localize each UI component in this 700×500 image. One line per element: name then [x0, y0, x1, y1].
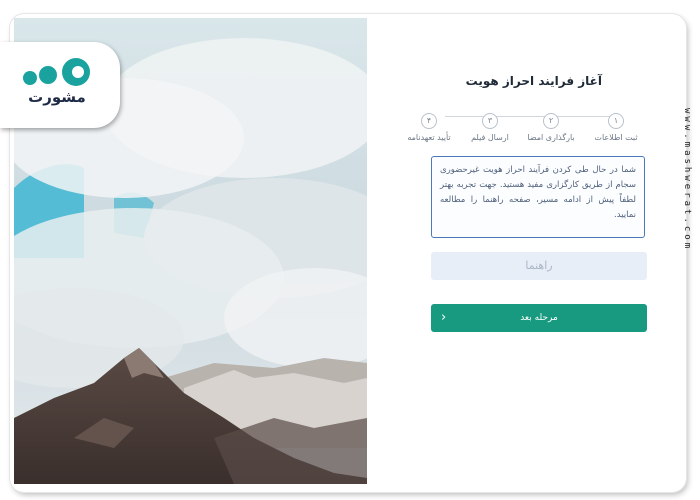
next-step-button[interactable]: مرحله بعد ‹ [431, 304, 647, 332]
logo-dots-icon [23, 58, 90, 86]
step-number: ۲ [543, 113, 559, 129]
chevron-left-icon: ‹ [441, 310, 447, 325]
identity-verification-panel: آغاز فرایند احراز هویت ۱ ثبت اطلاعات ۲ ب… [367, 18, 672, 484]
step-3: ۳ ارسال فیلم [460, 108, 520, 142]
step-label: ارسال فیلم [471, 133, 509, 142]
step-label: تأیید تعهدنامه [407, 133, 451, 142]
step-number: ۴ [421, 113, 437, 129]
step-label: ثبت اطلاعات [594, 133, 638, 142]
site-url: www.mashwerat.com [682, 108, 692, 252]
site-watermark: www.mashwerat.com [680, 108, 694, 298]
page-title: آغاز فرایند احراز هویت [465, 74, 602, 88]
step-2: ۲ بارگذاری امضا [521, 108, 581, 142]
guide-button[interactable]: راهنما [431, 252, 647, 280]
step-label: بارگذاری امضا [527, 133, 575, 142]
logo-text: مشورت [28, 88, 86, 106]
step-1: ۱ ثبت اطلاعات [586, 108, 646, 142]
step-4: ۴ تأیید تعهدنامه [399, 108, 459, 142]
step-number: ۱ [608, 113, 624, 129]
next-step-label: مرحله بعد [520, 313, 558, 323]
info-box: شما در حال طی کردن فرآیند احراز هویت غیر… [431, 156, 645, 238]
stepper: ۱ ثبت اطلاعات ۲ بارگذاری امضا ۳ ارسال فی… [407, 108, 650, 148]
step-number: ۳ [482, 113, 498, 129]
watermark-logo: مشورت [0, 42, 120, 128]
